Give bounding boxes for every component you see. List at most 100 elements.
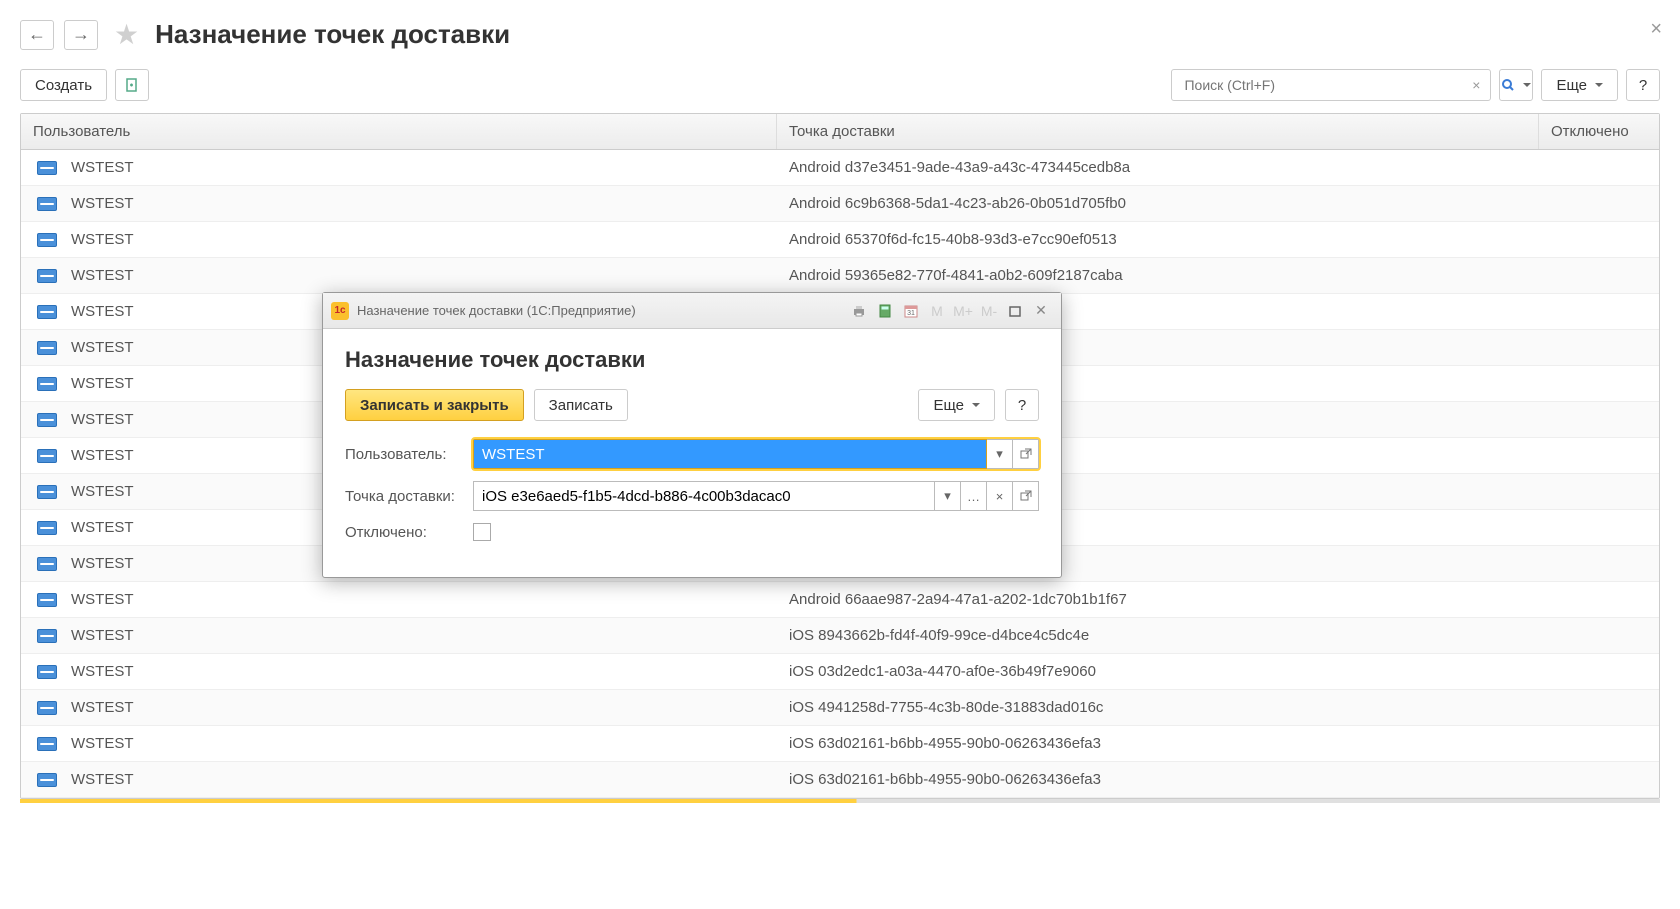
label-point: Точка доставки: bbox=[345, 488, 463, 505]
dialog-title: Назначение точек доставки (1С:Предприяти… bbox=[357, 303, 839, 318]
record-icon bbox=[37, 233, 57, 247]
column-disabled[interactable]: Отключено bbox=[1539, 114, 1659, 149]
table-row[interactable]: WSTESTAndroid 66aae987-2a94-47a1-a202-1d… bbox=[21, 582, 1659, 618]
cell-user: WSTEST bbox=[71, 483, 134, 500]
copy-button[interactable] bbox=[115, 69, 149, 101]
point-open-button[interactable] bbox=[1013, 481, 1039, 511]
dialog-help-button[interactable]: ? bbox=[1005, 389, 1039, 421]
cell-user: WSTEST bbox=[71, 627, 134, 644]
table-row[interactable]: WSTESTAndroid 65370f6d-fc15-40b8-93d3-e7… bbox=[21, 222, 1659, 258]
save-and-close-button[interactable]: Записать и закрыть bbox=[345, 389, 524, 421]
cell-user: WSTEST bbox=[71, 195, 134, 212]
table-row[interactable]: WSTEST iOS 8943662b-fd4f-40f9-99ce-d4bce4… bbox=[21, 618, 1659, 654]
cell-disabled bbox=[1539, 774, 1659, 786]
record-icon bbox=[37, 485, 57, 499]
user-dropdown-button[interactable]: ▾ bbox=[987, 439, 1013, 469]
record-icon bbox=[37, 773, 57, 787]
cell-user: WSTEST bbox=[71, 411, 134, 428]
cell-user: WSTEST bbox=[71, 555, 134, 572]
cell-user: WSTEST bbox=[71, 447, 134, 464]
user-open-button[interactable] bbox=[1013, 439, 1039, 469]
cell-point: iOS 03d2edc1-a03a-4470-af0e-36b49f7e9060 bbox=[777, 657, 1539, 686]
print-icon[interactable] bbox=[847, 299, 871, 323]
save-button[interactable]: Записать bbox=[534, 389, 628, 421]
cell-disabled bbox=[1539, 162, 1659, 174]
table-row[interactable]: WSTESTAndroid d37e3451-9ade-43a9-a43c-47… bbox=[21, 150, 1659, 186]
magnifier-icon bbox=[1501, 78, 1515, 92]
cell-disabled bbox=[1539, 594, 1659, 606]
record-icon bbox=[37, 413, 57, 427]
record-icon bbox=[37, 197, 57, 211]
dialog-more-button[interactable]: Еще bbox=[918, 389, 995, 421]
svg-text:31: 31 bbox=[907, 310, 915, 317]
cell-point: iOS 63d02161-b6bb-4955-90b0-06263436efa3 bbox=[777, 729, 1539, 758]
point-input-group: ▾ … × bbox=[473, 481, 1039, 511]
cell-point: iOS 8943662b-fd4f-40f9-99ce-d4bce4c5dc4e bbox=[777, 621, 1539, 650]
table-row[interactable]: WSTEST iOS 63d02161-b6bb-4955-90b0-062634… bbox=[21, 762, 1659, 798]
cell-user: WSTEST bbox=[71, 735, 134, 752]
point-dropdown-button[interactable]: ▾ bbox=[935, 481, 961, 511]
cell-user: WSTEST bbox=[71, 339, 134, 356]
column-point[interactable]: Точка доставки bbox=[777, 114, 1539, 149]
search-input[interactable] bbox=[1176, 77, 1466, 93]
cell-point: iOS 63d02161-b6bb-4955-90b0-06263436efa3 bbox=[777, 765, 1539, 794]
table-row[interactable]: WSTEST iOS 63d02161-b6bb-4955-90b0-062634… bbox=[21, 726, 1659, 762]
table-row[interactable]: WSTEST Android 6c9b6368-5da1-4c23-ab26-0b… bbox=[21, 186, 1659, 222]
create-button[interactable]: Создать bbox=[20, 69, 107, 101]
cell-user: WSTEST bbox=[71, 519, 134, 536]
calculator-icon[interactable] bbox=[873, 299, 897, 323]
nav-back-button[interactable]: ← bbox=[20, 20, 54, 50]
point-select-button[interactable]: … bbox=[961, 481, 987, 511]
dialog-heading: Назначение точек доставки bbox=[345, 347, 1039, 373]
disabled-checkbox[interactable] bbox=[473, 523, 491, 541]
cell-user: WSTEST bbox=[71, 231, 134, 248]
calendar-icon[interactable]: 31 bbox=[899, 299, 923, 323]
cell-user: WSTEST bbox=[71, 771, 134, 788]
cell-point: iOS 4941258d-7755-4c3b-80de-31883dad016c bbox=[777, 693, 1539, 722]
nav-forward-button[interactable]: → bbox=[64, 20, 98, 50]
m-minus-icon: M- bbox=[977, 299, 1001, 323]
point-clear-button[interactable]: × bbox=[987, 481, 1013, 511]
table-row[interactable]: WSTESTAndroid 59365e82-770f-4841-a0b2-60… bbox=[21, 258, 1659, 294]
dialog-close-button[interactable]: ✕ bbox=[1029, 299, 1053, 323]
cell-user: WSTEST bbox=[71, 159, 134, 176]
table-row[interactable]: WSTEST iOS 4941258d-7755-4c3b-80de-31883d… bbox=[21, 690, 1659, 726]
favorite-star-icon[interactable]: ★ bbox=[114, 18, 139, 51]
maximize-icon[interactable] bbox=[1003, 299, 1027, 323]
open-link-icon bbox=[1020, 490, 1032, 502]
cell-disabled bbox=[1539, 702, 1659, 714]
cell-disabled bbox=[1539, 666, 1659, 678]
m-icon: M bbox=[925, 299, 949, 323]
record-icon bbox=[37, 557, 57, 571]
cell-disabled bbox=[1539, 558, 1659, 570]
table-row[interactable]: WSTESTiOS 03d2edc1-a03a-4470-af0e-36b49f… bbox=[21, 654, 1659, 690]
cell-point: Android 6c9b6368-5da1-4c23-ab26-0b051d70… bbox=[777, 189, 1539, 218]
cell-disabled bbox=[1539, 270, 1659, 282]
cell-disabled bbox=[1539, 486, 1659, 498]
point-input[interactable] bbox=[473, 481, 935, 511]
help-button[interactable]: ? bbox=[1626, 69, 1660, 101]
search-input-group[interactable]: × bbox=[1171, 69, 1491, 101]
cell-disabled bbox=[1539, 378, 1659, 390]
cell-disabled bbox=[1539, 630, 1659, 642]
open-link-icon bbox=[1020, 448, 1032, 460]
label-user: Пользователь: bbox=[345, 446, 463, 463]
cell-user: WSTEST bbox=[71, 591, 134, 608]
close-page-button[interactable]: × bbox=[1650, 18, 1662, 41]
more-button[interactable]: Еще bbox=[1541, 69, 1618, 101]
main-toolbar: Создать × Еще ? bbox=[0, 61, 1680, 113]
user-input[interactable] bbox=[473, 439, 987, 469]
column-user[interactable]: Пользователь bbox=[21, 114, 777, 149]
cell-user: WSTEST bbox=[71, 375, 134, 392]
cell-disabled bbox=[1539, 342, 1659, 354]
cell-disabled bbox=[1539, 450, 1659, 462]
dialog-titlebar[interactable]: 1c Назначение точек доставки (1С:Предпри… bbox=[323, 293, 1061, 329]
search-dropdown-button[interactable] bbox=[1499, 69, 1533, 101]
record-icon bbox=[37, 305, 57, 319]
user-input-group: ▾ bbox=[473, 439, 1039, 469]
search-clear-button[interactable]: × bbox=[1466, 77, 1486, 93]
record-icon bbox=[37, 521, 57, 535]
cell-user: WSTEST bbox=[71, 303, 134, 320]
record-icon bbox=[37, 269, 57, 283]
cell-user: WSTEST bbox=[71, 699, 134, 716]
